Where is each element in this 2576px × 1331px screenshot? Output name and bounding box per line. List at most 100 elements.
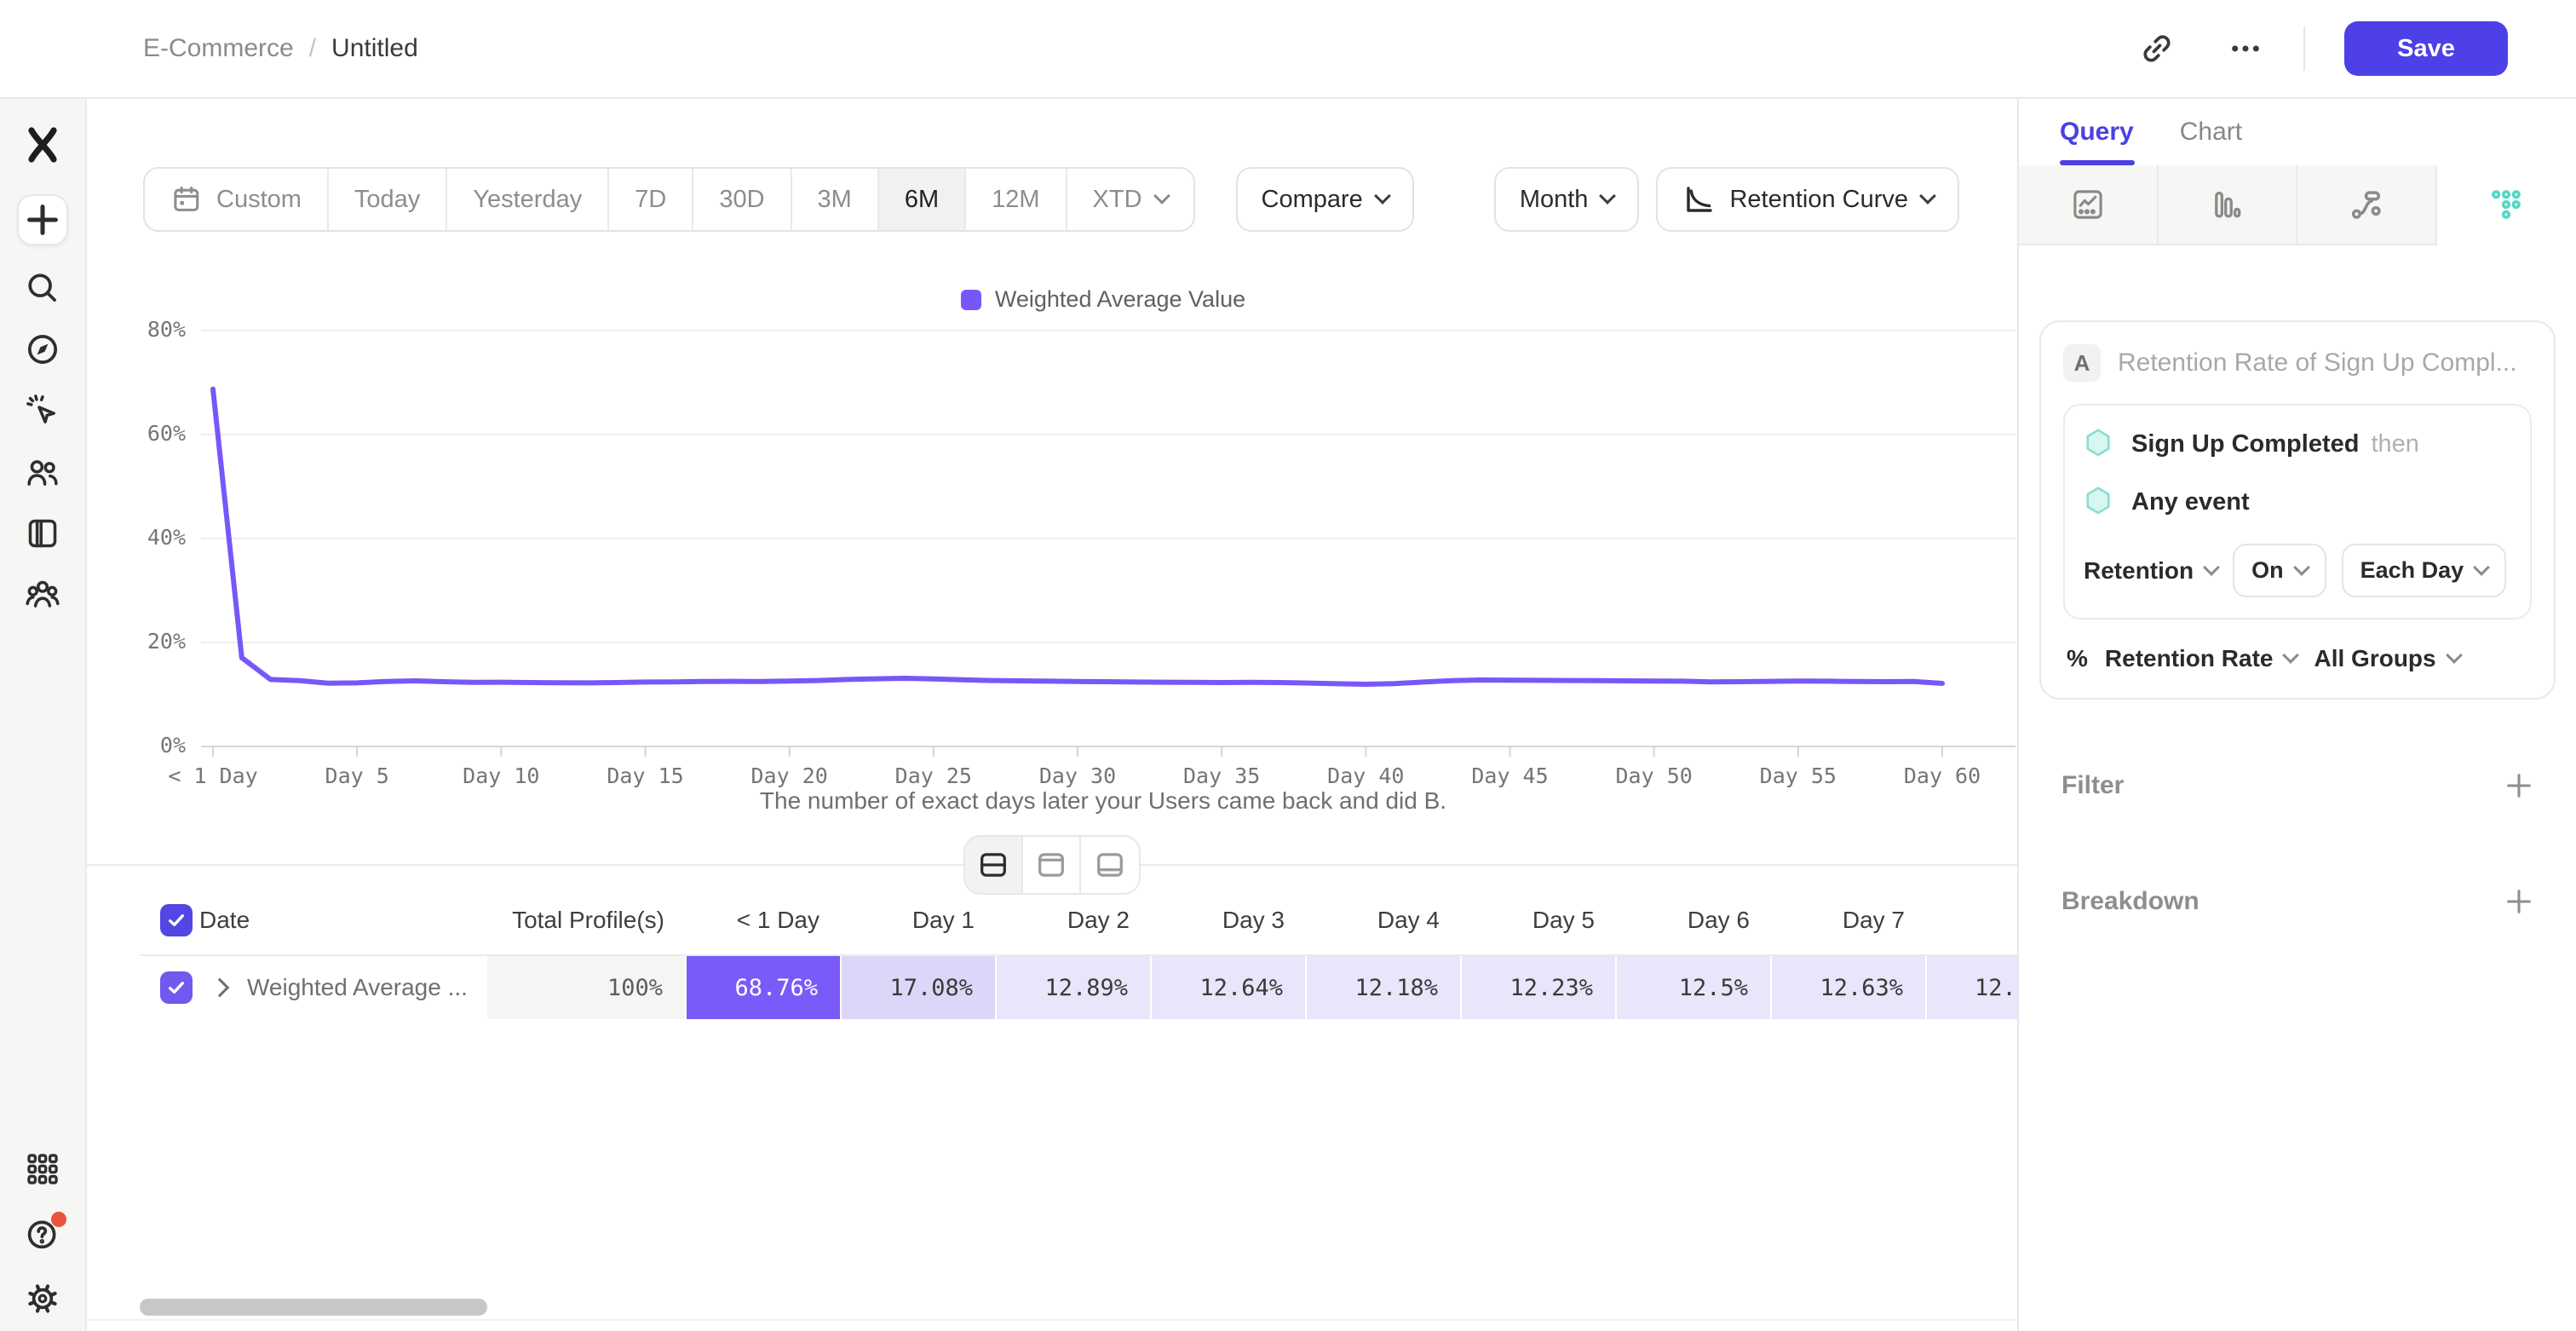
date-range-yesterday[interactable]: Yesterday: [447, 169, 609, 230]
row-checkbox[interactable]: [160, 971, 193, 1004]
x-axis-tick: Day 50: [1616, 763, 1693, 788]
sidebar-item help-icon[interactable]: [24, 1215, 61, 1253]
date-range-today[interactable]: Today: [329, 169, 447, 230]
column-header: Day 6: [1617, 907, 1772, 934]
value-cell: 12.63%: [1772, 956, 1927, 1019]
row-name-cell: Weighted Average ...: [196, 956, 487, 1019]
compare-button[interactable]: Compare: [1236, 167, 1414, 232]
sidebar-item plus-icon[interactable]: [17, 194, 68, 245]
layout-toggle top-view-icon[interactable]: [1023, 837, 1081, 893]
legend-swatch[interactable]: [961, 290, 981, 310]
header-divider: [2303, 26, 2305, 71]
query-panel: Query Chart A Retention Rate of Sign Up C…: [2017, 99, 2576, 1331]
app-window: E-Commerce / Untitled Save: [0, 0, 2576, 1331]
row-checkbox-cell: [140, 956, 196, 1019]
expand-row-chevron-icon[interactable]: [210, 978, 230, 998]
value-cell: 68.76%: [687, 956, 842, 1019]
date-range-3m[interactable]: 3M: [792, 169, 879, 230]
series-badge: A: [2063, 344, 2101, 382]
select-all-checkbox[interactable]: [160, 904, 193, 936]
x-axis-tick: Day 30: [1039, 763, 1116, 788]
granularity-dropdown[interactable]: Month: [1494, 167, 1640, 232]
date-range-7d[interactable]: 7D: [609, 169, 693, 230]
link-icon[interactable]: [2138, 30, 2176, 67]
legend-label[interactable]: Weighted Average Value: [995, 286, 1245, 313]
column-header: < 1 Day: [687, 907, 842, 934]
event-hexagon-icon: [2084, 486, 2113, 518]
x-axis-tick: Day 60: [1904, 763, 1981, 788]
return-event-row[interactable]: Any event: [2084, 486, 2511, 518]
chevron-down-icon: [1919, 187, 1936, 205]
scrollbar-track: [87, 1319, 2017, 1321]
sidebar-item compass-icon[interactable]: [24, 331, 61, 368]
ellipsis-icon[interactable]: [2227, 30, 2264, 67]
value-cell: 12.: [1927, 956, 2017, 1019]
chevron-down-icon: [1153, 187, 1170, 205]
add-breakdown-button plus-icon[interactable]: [2503, 885, 2535, 918]
retention-type-dropdown[interactable]: Retention: [2084, 557, 2217, 585]
retention-curve-icon: [1682, 182, 1716, 216]
sidebar-item group-icon[interactable]: [24, 576, 61, 614]
report-toolbar: Custom Today Yesterday 7D 30D 3M 6M 12M …: [143, 167, 1959, 232]
chart-type-dropdown[interactable]: Retention Curve: [1656, 167, 1959, 232]
column-header: Day 1: [842, 907, 997, 934]
breadcrumb-project[interactable]: E-Commerce: [143, 34, 294, 63]
calendar-icon: [170, 183, 203, 216]
groups-dropdown[interactable]: All Groups: [2314, 645, 2459, 672]
date-range-30d[interactable]: 30D: [693, 169, 791, 230]
breakdown-label: Breakdown: [2061, 887, 2199, 916]
first-event-row[interactable]: Sign Up Completed then: [2084, 428, 2511, 460]
on-dropdown[interactable]: On: [2233, 544, 2326, 597]
sidebar-item gear-icon[interactable]: [24, 1280, 61, 1317]
value-cell: 17.08%: [842, 956, 997, 1019]
query-title-input[interactable]: Retention Rate of Sign Up Compl...: [2118, 349, 2517, 377]
measure-dropdown[interactable]: Retention Rate: [2105, 645, 2297, 672]
retention-line-chart: 0%20%40%60%80%< 1 DayDay 5Day 10Day 15Da…: [87, 99, 2017, 1331]
table-header-row: DateTotal Profile(s)< 1 DayDay 1Day 2Day…: [140, 886, 2017, 954]
report-type-tab insights-icon[interactable]: [2019, 165, 2159, 245]
chevron-down-icon: [2473, 559, 2490, 576]
sidebar-item users-icon[interactable]: [24, 453, 61, 491]
measure-prefix: %: [2067, 645, 2088, 672]
tab-query[interactable]: Query: [2060, 118, 2134, 147]
value-cell: 12.64%: [1152, 956, 1307, 1019]
chevron-down-icon: [2203, 559, 2220, 576]
report-type-tab retention-icon[interactable]: [2437, 165, 2576, 245]
sidebar-item search-icon[interactable]: [24, 269, 61, 307]
date-range-xtd[interactable]: XTD: [1067, 169, 1193, 230]
column-header: Day 4: [1307, 907, 1462, 934]
save-button[interactable]: Save: [2344, 21, 2508, 76]
sidebar-item notebook-icon[interactable]: [24, 515, 61, 552]
x-axis-tick: Day 35: [1183, 763, 1260, 788]
report-type-tab funnels-icon[interactable]: [2159, 165, 2298, 245]
column-header: Day 2: [997, 907, 1152, 934]
left-sidebar: [0, 99, 87, 1331]
tab-chart[interactable]: Chart: [2180, 118, 2242, 147]
app-logo-icon[interactable]: [20, 123, 65, 167]
sidebar-item grid-icon[interactable]: [24, 1150, 61, 1188]
header-checkbox-cell: [140, 904, 196, 936]
layout-toggle bottom-view-icon[interactable]: [1081, 837, 1139, 893]
x-axis-tick: Day 10: [463, 763, 539, 788]
row-name[interactable]: Weighted Average ...: [247, 974, 468, 1001]
date-range-6m[interactable]: 6M: [879, 169, 966, 230]
x-axis-tick: Day 40: [1327, 763, 1404, 788]
date-range-group: Custom Today Yesterday 7D 30D 3M 6M 12M …: [143, 167, 1195, 232]
y-axis-tick: 20%: [124, 629, 186, 654]
interval-dropdown[interactable]: Each Day: [2342, 544, 2507, 597]
value-cell: 100%: [487, 956, 687, 1019]
report-type-tab flows-icon[interactable]: [2297, 165, 2437, 245]
column-header: D: [1927, 907, 2017, 934]
add-filter-button plus-icon[interactable]: [2503, 769, 2535, 802]
sidebar-item cursor-click-icon[interactable]: [24, 392, 61, 429]
chevron-down-icon: [2446, 647, 2463, 664]
horizontal-scrollbar-thumb[interactable]: [140, 1299, 487, 1316]
x-axis-tick: Day 5: [325, 763, 389, 788]
x-axis-tick: Day 20: [751, 763, 828, 788]
layout-toggle split-view-icon[interactable]: [965, 837, 1023, 893]
x-axis-tick: Day 25: [895, 763, 972, 788]
date-range-12m[interactable]: 12M: [966, 169, 1067, 230]
date-range-custom[interactable]: Custom: [145, 169, 329, 230]
panel-tabs: Query Chart: [2019, 99, 2576, 165]
breadcrumb-report-title[interactable]: Untitled: [331, 34, 418, 63]
